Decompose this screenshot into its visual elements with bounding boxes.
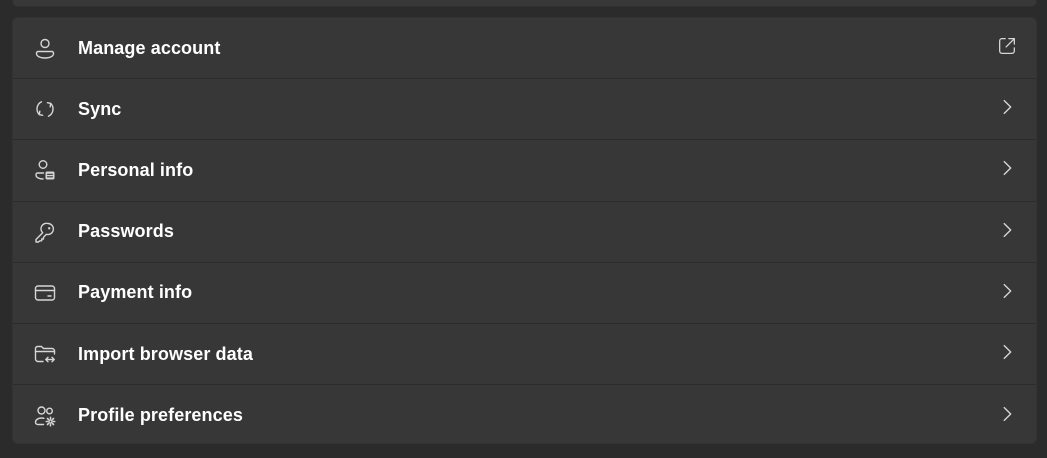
credit-card-icon bbox=[33, 281, 57, 305]
folder-import-icon bbox=[33, 342, 57, 366]
sync-icon bbox=[33, 97, 57, 121]
chevron-right-icon bbox=[996, 341, 1018, 363]
previous-card-edge bbox=[12, 0, 1037, 7]
chevron-right-icon bbox=[996, 280, 1018, 302]
manage-account-row[interactable]: Manage account bbox=[13, 18, 1036, 80]
open-external-icon bbox=[996, 35, 1018, 57]
import-browser-data-label: Import browser data bbox=[78, 343, 253, 364]
passwords-row[interactable]: Passwords bbox=[13, 202, 1036, 263]
passwords-label: Passwords bbox=[78, 221, 174, 242]
personal-info-row[interactable]: Personal info bbox=[13, 140, 1036, 202]
sync-row[interactable]: Sync bbox=[13, 79, 1036, 141]
profile-preferences-label: Profile preferences bbox=[78, 405, 243, 426]
personal-info-label: Personal info bbox=[78, 159, 194, 180]
payment-info-label: Payment info bbox=[78, 282, 193, 303]
chevron-right-icon bbox=[996, 219, 1018, 241]
person-card-icon bbox=[33, 158, 57, 182]
payment-info-row[interactable]: Payment info bbox=[13, 263, 1036, 324]
key-icon bbox=[33, 220, 57, 244]
chevron-right-icon bbox=[996, 157, 1018, 179]
people-settings-icon bbox=[33, 404, 57, 428]
person-icon bbox=[33, 36, 57, 60]
import-browser-data-row[interactable]: Import browser data bbox=[13, 324, 1036, 386]
chevron-right-icon bbox=[996, 403, 1018, 425]
profile-preferences-row[interactable]: Profile preferences bbox=[13, 385, 1036, 443]
sync-label: Sync bbox=[78, 98, 122, 119]
profile-settings-list: Manage account Sync Personal info Passwo… bbox=[12, 17, 1037, 444]
manage-account-label: Manage account bbox=[78, 37, 221, 58]
chevron-right-icon bbox=[996, 96, 1018, 118]
